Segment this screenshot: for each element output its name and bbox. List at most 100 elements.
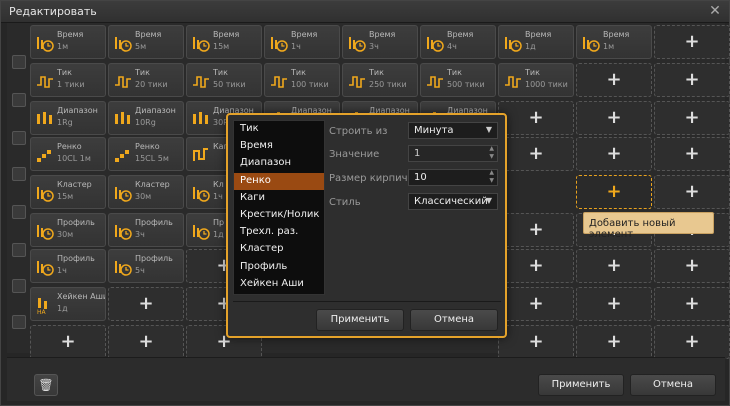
chart-tile[interactable]: Тик 100 тики bbox=[264, 63, 340, 97]
tile-type-label: Время bbox=[135, 30, 162, 39]
add-element-button[interactable]: + bbox=[654, 249, 730, 283]
chart-tile[interactable]: Время 4ч bbox=[420, 25, 496, 59]
row-checkbox[interactable] bbox=[12, 93, 26, 107]
add-element-button[interactable]: + bbox=[498, 325, 574, 359]
chart-type-option[interactable]: Диапазон bbox=[234, 155, 324, 172]
style-select[interactable]: Классический ▼ bbox=[408, 193, 498, 210]
chart-type-option[interactable]: Ренко bbox=[234, 172, 324, 190]
chart-type-list[interactable]: Тик Время Диапазон Ренко Каги Крестик/Нолик Тр… bbox=[233, 120, 325, 295]
chart-type-option[interactable]: Трехл. раз. bbox=[234, 224, 324, 241]
add-element-button[interactable]: + bbox=[654, 63, 730, 97]
chart-tile[interactable]: Тик 50 тики bbox=[186, 63, 262, 97]
chart-type-option[interactable]: Тик bbox=[234, 121, 324, 138]
chart-type-option[interactable]: Хейкен Аши bbox=[234, 276, 324, 293]
tile-type-label: Тик bbox=[525, 68, 540, 77]
plus-icon: + bbox=[606, 181, 622, 202]
add-element-button[interactable]: + bbox=[576, 101, 652, 135]
chart-type-option[interactable]: Время bbox=[234, 138, 324, 155]
row-checkbox[interactable] bbox=[12, 243, 26, 257]
chart-tile[interactable]: Профиль 5ч bbox=[108, 249, 184, 283]
chart-tile[interactable]: Профиль 3ч bbox=[108, 213, 184, 247]
chart-tile[interactable]: Время 15м bbox=[186, 25, 262, 59]
cancel-button[interactable]: Отмена bbox=[630, 374, 716, 396]
add-element-button[interactable]: + bbox=[576, 137, 652, 171]
add-element-button[interactable]: + bbox=[498, 287, 574, 321]
stepper-up-icon[interactable]: ▲ bbox=[489, 145, 494, 152]
plus-icon: + bbox=[528, 293, 544, 314]
heikin-ashi-chart-icon: HA bbox=[36, 295, 54, 316]
add-element-button[interactable]: + bbox=[654, 287, 730, 321]
chart-tile[interactable]: Время 1д bbox=[498, 25, 574, 59]
tile-param-label: 15м bbox=[213, 42, 230, 51]
range-chart-icon bbox=[192, 109, 210, 129]
chart-tile[interactable]: Тик 1 тики bbox=[30, 63, 106, 97]
add-element-button[interactable]: + bbox=[654, 137, 730, 171]
build-from-select[interactable]: Минута ▼ bbox=[408, 122, 498, 139]
row-checkbox[interactable] bbox=[12, 279, 26, 293]
chart-tile[interactable]: Профиль 1ч bbox=[30, 249, 106, 283]
add-element-button[interactable]: + bbox=[576, 175, 652, 209]
tick-chart-icon bbox=[504, 71, 522, 91]
add-element-button[interactable]: + bbox=[576, 63, 652, 97]
row-checkbox[interactable] bbox=[12, 167, 26, 181]
add-element-button[interactable]: + bbox=[498, 101, 574, 135]
chart-tile[interactable]: Время 1ч bbox=[264, 25, 340, 59]
chart-tile[interactable]: Профиль 30м bbox=[30, 213, 106, 247]
chart-tile[interactable]: Тик 20 тики bbox=[108, 63, 184, 97]
stepper-up-icon[interactable]: ▲ bbox=[489, 169, 494, 176]
cluster-chart-icon bbox=[36, 183, 54, 203]
dialog-apply-button[interactable]: Применить bbox=[316, 309, 404, 331]
add-element-button[interactable]: + bbox=[654, 325, 730, 359]
divider bbox=[233, 301, 501, 302]
chart-tile[interactable]: Ренко 10CL 1м bbox=[30, 137, 106, 171]
brick-size-stepper[interactable]: 10 ▲ ▼ bbox=[408, 169, 498, 186]
chart-tile[interactable]: Тик 1000 тики bbox=[498, 63, 574, 97]
value-stepper[interactable]: 1 ▲ ▼ bbox=[408, 145, 498, 162]
chart-tile[interactable]: Ренко 15CL 5м bbox=[108, 137, 184, 171]
chart-tile[interactable]: Время 3ч bbox=[342, 25, 418, 59]
add-element-button[interactable]: + bbox=[498, 249, 574, 283]
stepper-down-icon[interactable]: ▼ bbox=[489, 177, 494, 184]
chart-type-option[interactable]: Кластер bbox=[234, 241, 324, 258]
tile-type-label: Время bbox=[447, 30, 474, 39]
stepper-down-icon[interactable]: ▼ bbox=[489, 153, 494, 160]
apply-button[interactable]: Применить bbox=[538, 374, 624, 396]
tick-chart-icon bbox=[426, 71, 444, 91]
add-element-button[interactable]: + bbox=[30, 325, 106, 359]
add-element-button[interactable]: + bbox=[108, 287, 184, 321]
chart-tile[interactable]: Время 1м bbox=[576, 25, 652, 59]
chart-tile[interactable]: Диапазон 1Rg bbox=[30, 101, 106, 135]
add-element-button[interactable]: + bbox=[654, 175, 730, 209]
chart-tile[interactable]: Кластер 15м bbox=[30, 175, 106, 209]
chart-tile[interactable]: Тик 250 тики bbox=[342, 63, 418, 97]
chevron-down-icon: ▼ bbox=[485, 125, 492, 134]
add-element-button[interactable]: + bbox=[498, 137, 574, 171]
add-element-button[interactable]: + bbox=[108, 325, 184, 359]
add-element-button[interactable]: + bbox=[654, 25, 730, 59]
tile-param-label: 15м bbox=[57, 192, 74, 201]
chart-type-option[interactable]: Профиль bbox=[234, 259, 324, 276]
tile-type-label: Тик bbox=[57, 68, 72, 77]
chart-tile[interactable]: Кластер 30м bbox=[108, 175, 184, 209]
chart-tile[interactable]: Диапазон 10Rg bbox=[108, 101, 184, 135]
chart-type-option[interactable]: Крестик/Нолик bbox=[234, 207, 324, 224]
chart-tile[interactable]: Время 5м bbox=[108, 25, 184, 59]
row-checkbox[interactable] bbox=[12, 55, 26, 69]
chart-tile[interactable]: Тик 500 тики bbox=[420, 63, 496, 97]
chart-tile[interactable]: HA Хейкен Аши 1д bbox=[30, 287, 106, 321]
add-element-button[interactable]: + bbox=[498, 213, 574, 247]
chevron-down-icon: ▼ bbox=[485, 196, 492, 205]
close-icon[interactable]: ✕ bbox=[707, 3, 723, 19]
add-element-button[interactable]: + bbox=[576, 249, 652, 283]
add-element-tooltip: Добавить новый элемент bbox=[583, 212, 714, 240]
row-checkbox[interactable] bbox=[12, 131, 26, 145]
chart-type-option[interactable]: Каги bbox=[234, 190, 324, 207]
add-element-button[interactable]: + bbox=[576, 325, 652, 359]
dialog-cancel-button[interactable]: Отмена bbox=[410, 309, 498, 331]
add-element-button[interactable]: + bbox=[576, 287, 652, 321]
row-checkbox[interactable] bbox=[12, 205, 26, 219]
trash-icon[interactable]: 🗑 bbox=[34, 374, 58, 396]
chart-tile[interactable]: Время 1м bbox=[30, 25, 106, 59]
row-checkbox[interactable] bbox=[12, 315, 26, 329]
add-element-button[interactable]: + bbox=[654, 101, 730, 135]
